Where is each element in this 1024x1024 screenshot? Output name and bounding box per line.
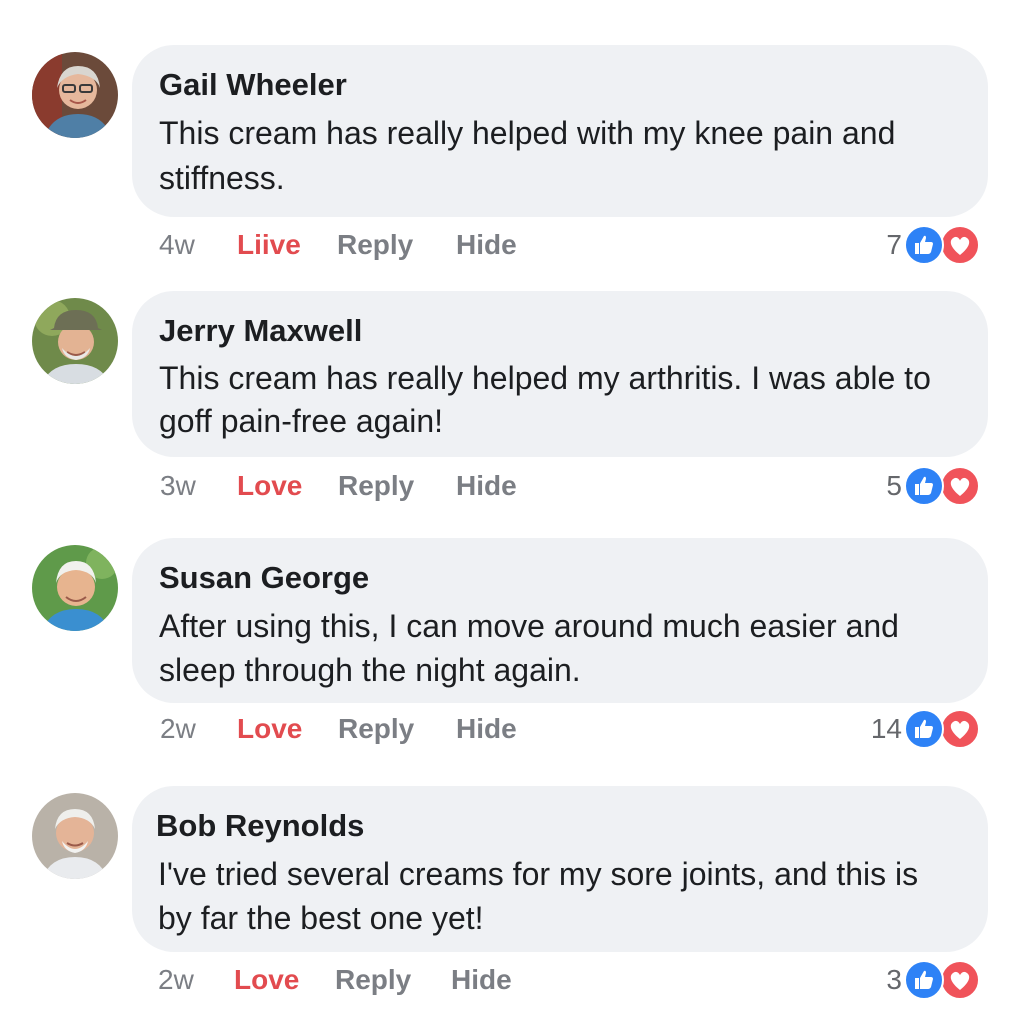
heart-icon: [940, 709, 980, 749]
comment-bubble: Susan George After using this, I can mov…: [132, 538, 988, 703]
comment-timestamp[interactable]: 4w: [159, 225, 195, 265]
commenter-name[interactable]: Bob Reynolds: [156, 808, 364, 844]
reaction-summary[interactable]: 7: [886, 225, 980, 265]
heart-icon: [940, 225, 980, 265]
love-button[interactable]: Love: [234, 960, 299, 1000]
like-icon: [904, 709, 944, 749]
reaction-count: 5: [886, 470, 902, 501]
reaction-summary[interactable]: 5: [886, 466, 980, 506]
avatar[interactable]: [32, 793, 118, 879]
comment-timestamp[interactable]: 3w: [160, 466, 196, 506]
comment: Susan George After using this, I can mov…: [0, 538, 1024, 768]
heart-icon: [940, 960, 980, 1000]
avatar-image: [32, 298, 118, 384]
comment-text: This cream has really helped with my kne…: [159, 115, 896, 196]
comment-actions: 4w Liive Reply Hide 7: [0, 225, 1024, 265]
reply-button[interactable]: Reply: [338, 709, 414, 749]
love-button[interactable]: Liive: [237, 225, 301, 265]
avatar-image: [32, 793, 118, 879]
reply-button[interactable]: Reply: [337, 225, 413, 265]
reply-button[interactable]: Reply: [338, 466, 414, 506]
love-button[interactable]: Love: [237, 709, 302, 749]
comment-text: This cream has really helped my arthriti…: [159, 360, 931, 439]
hide-button[interactable]: Hide: [456, 709, 517, 749]
reaction-icons: [904, 960, 980, 1000]
like-icon: [904, 466, 944, 506]
comment-timestamp[interactable]: 2w: [158, 960, 194, 1000]
commenter-name[interactable]: Jerry Maxwell: [159, 313, 362, 349]
love-button[interactable]: Love: [237, 466, 302, 506]
comment-text: After using this, I can move around much…: [159, 608, 899, 688]
avatar[interactable]: [32, 545, 118, 631]
avatar-image: [32, 52, 118, 138]
heart-icon: [940, 466, 980, 506]
commenter-name[interactable]: Susan George: [159, 560, 369, 596]
reaction-summary[interactable]: 3: [886, 960, 980, 1000]
like-icon: [904, 960, 944, 1000]
avatar-image: [32, 545, 118, 631]
comment: Gail Wheeler This cream has really helpe…: [0, 45, 1024, 275]
comment: Jerry Maxwell This cream has really help…: [0, 291, 1024, 521]
like-icon: [904, 225, 944, 265]
avatar[interactable]: [32, 298, 118, 384]
comment-bubble: Bob Reynolds I've tried several creams f…: [132, 786, 988, 952]
commenter-name[interactable]: Gail Wheeler: [159, 67, 347, 103]
hide-button[interactable]: Hide: [456, 225, 517, 265]
reaction-icons: [904, 225, 980, 265]
reaction-count: 7: [886, 229, 902, 260]
comment-bubble: Jerry Maxwell This cream has really help…: [132, 291, 988, 457]
reaction-count: 3: [886, 964, 902, 995]
comment-actions: 2w Love Reply Hide 3: [0, 960, 1024, 1000]
comment-timestamp[interactable]: 2w: [160, 709, 196, 749]
comment: Bob Reynolds I've tried several creams f…: [0, 786, 1024, 1016]
reaction-icons: [904, 709, 980, 749]
comment-text: I've tried several creams for my sore jo…: [158, 856, 919, 936]
comment-actions: 2w Love Reply Hide 14: [0, 709, 1024, 749]
reaction-summary[interactable]: 14: [871, 709, 980, 749]
reaction-icons: [904, 466, 980, 506]
comment-bubble: Gail Wheeler This cream has really helpe…: [132, 45, 988, 217]
reaction-count: 14: [870, 713, 902, 744]
reply-button[interactable]: Reply: [335, 960, 411, 1000]
hide-button[interactable]: Hide: [456, 466, 517, 506]
avatar[interactable]: [32, 52, 118, 138]
comment-actions: 3w Love Reply Hide 5: [0, 466, 1024, 506]
hide-button[interactable]: Hide: [451, 960, 512, 1000]
